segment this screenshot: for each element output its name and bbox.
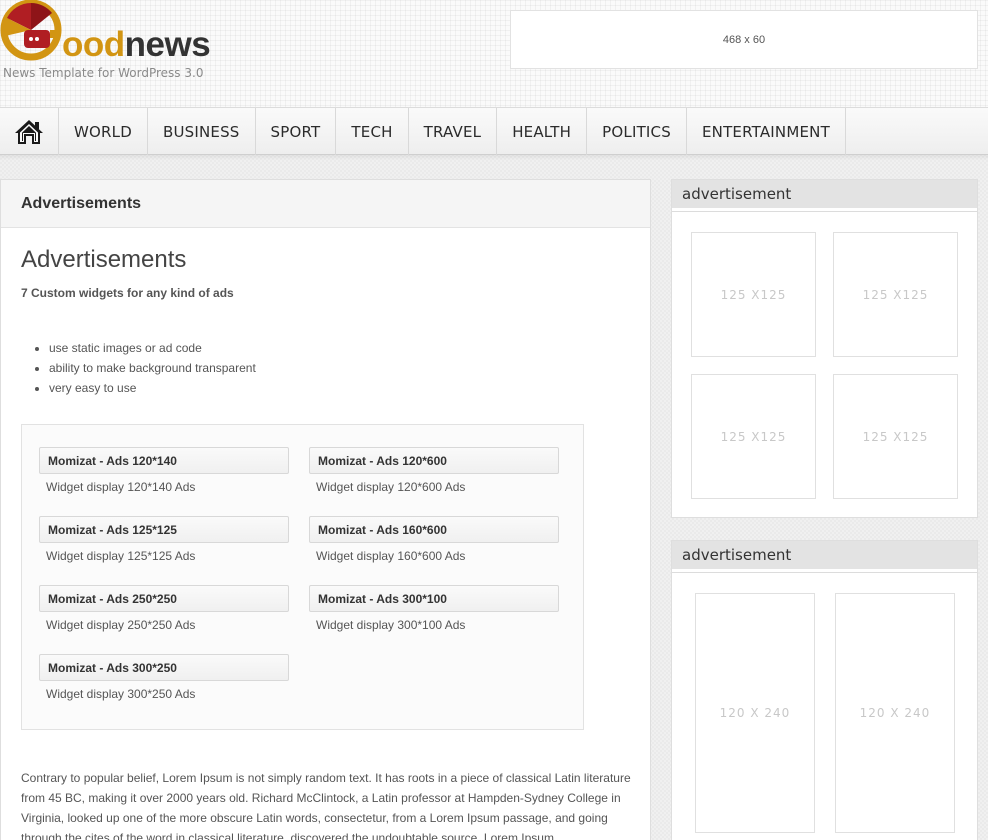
- widget-description: Widget display 120*140 Ads: [46, 480, 196, 494]
- nav-item-health[interactable]: HEALTH: [497, 108, 588, 155]
- widget-title[interactable]: Momizat - Ads 250*250: [39, 585, 289, 612]
- widget-title[interactable]: Momizat - Ads 160*600: [309, 516, 559, 543]
- ad-slot-120x240[interactable]: 120 X 240: [835, 593, 955, 833]
- feature-item: use static images or ad code: [49, 338, 630, 358]
- nav-item-travel[interactable]: TRAVEL: [409, 108, 498, 155]
- site-header: oodnews News Template for WordPress 3.0 …: [0, 0, 988, 107]
- nav-shadow: [0, 155, 988, 160]
- widget-description: Widget display 300*250 Ads: [46, 687, 196, 701]
- logo-wordmark-part1: ood: [62, 25, 125, 64]
- logo-wordmark: oodnews: [62, 25, 211, 65]
- widget-item: Momizat - Ads 300*250 Widget display 300…: [39, 654, 289, 701]
- widget-description: Widget display 300*100 Ads: [316, 618, 466, 632]
- ad-slot-label: 125 X125: [720, 429, 787, 444]
- widget-description: Widget display 120*600 Ads: [316, 480, 466, 494]
- widgets-panel: Momizat - Ads 120*140 Widget display 120…: [21, 424, 584, 730]
- sidebar-ad-widget: advertisement 120 X 240 120 X 240: [671, 540, 978, 840]
- ad-slot-125[interactable]: 125 X125: [691, 374, 816, 499]
- ad-slot-125[interactable]: 125 X125: [833, 232, 958, 357]
- logo-icon: [0, 0, 62, 61]
- widget-item: Momizat - Ads 160*600 Widget display 160…: [309, 516, 559, 563]
- nav-item-sport[interactable]: SPORT: [256, 108, 337, 155]
- header-ad-banner[interactable]: 468 x 60: [510, 10, 978, 69]
- site-tagline: News Template for WordPress 3.0: [3, 66, 204, 80]
- nav-item-tech[interactable]: TECH: [336, 108, 409, 155]
- ad-slot-label: 125 X125: [862, 287, 929, 302]
- widget-item: Momizat - Ads 120*600 Widget display 120…: [309, 447, 559, 494]
- header-ad-banner-label: 468 x 60: [722, 33, 766, 46]
- widget-title[interactable]: Momizat - Ads 120*140: [39, 447, 289, 474]
- sidebar-widget-title: advertisement: [672, 180, 977, 211]
- feature-item: very easy to use: [49, 378, 630, 398]
- main-body: Advertisements 7 Custom widgets for any …: [1, 246, 650, 840]
- ad-slot-125[interactable]: 125 X125: [691, 232, 816, 357]
- ad-slot-label: 120 X 240: [859, 706, 931, 720]
- ad-slot-125[interactable]: 125 X125: [833, 374, 958, 499]
- widget-item: Momizat - Ads 300*100 Widget display 300…: [309, 585, 559, 632]
- nav-item-world[interactable]: WORLD: [59, 108, 148, 155]
- nav-home-button[interactable]: [0, 108, 59, 155]
- page-subtitle: 7 Custom widgets for any kind of ads: [21, 286, 234, 300]
- widget-description: Widget display 250*250 Ads: [46, 618, 196, 632]
- body-paragraph: Contrary to popular belief, Lorem Ipsum …: [21, 771, 631, 840]
- nav-item-politics[interactable]: POLITICS: [587, 108, 687, 155]
- feature-list: use static images or ad code ability to …: [49, 338, 630, 398]
- nav-item-business[interactable]: BUSINESS: [148, 108, 256, 155]
- widget-title[interactable]: Momizat - Ads 120*600: [309, 447, 559, 474]
- widget-title[interactable]: Momizat - Ads 300*100: [309, 585, 559, 612]
- nav-item-entertainment[interactable]: ENTERTAINMENT: [687, 108, 846, 155]
- feature-item: ability to make background transparent: [49, 358, 630, 378]
- home-icon: [15, 119, 43, 144]
- main-header-title: Advertisements: [1, 180, 650, 228]
- ad-slot-label: 125 X125: [862, 429, 929, 444]
- widget-title[interactable]: Momizat - Ads 300*250: [39, 654, 289, 681]
- widget-title[interactable]: Momizat - Ads 125*125: [39, 516, 289, 543]
- sidebar-ad-widget: advertisement 125 X125 125 X125 125 X125…: [671, 179, 978, 518]
- main-content: Advertisements Advertisements 7 Custom w…: [0, 179, 651, 840]
- page-title: Advertisements: [21, 246, 187, 273]
- widget-item: Momizat - Ads 125*125 Widget display 125…: [39, 516, 289, 563]
- main-navigation: WORLD BUSINESS SPORT TECH TRAVEL HEALTH …: [0, 107, 988, 155]
- widget-description: Widget display 160*600 Ads: [316, 549, 466, 563]
- widget-item: Momizat - Ads 250*250 Widget display 250…: [39, 585, 289, 632]
- widget-item: Momizat - Ads 120*140 Widget display 120…: [39, 447, 289, 494]
- ad-slot-120x240[interactable]: 120 X 240: [695, 593, 815, 833]
- ad-slot-label: 125 X125: [720, 287, 787, 302]
- logo-wordmark-part2: news: [124, 25, 211, 64]
- ad-slot-label: 120 X 240: [719, 706, 791, 720]
- sidebar-widget-title: advertisement: [672, 541, 977, 572]
- widget-description: Widget display 125*125 Ads: [46, 549, 196, 563]
